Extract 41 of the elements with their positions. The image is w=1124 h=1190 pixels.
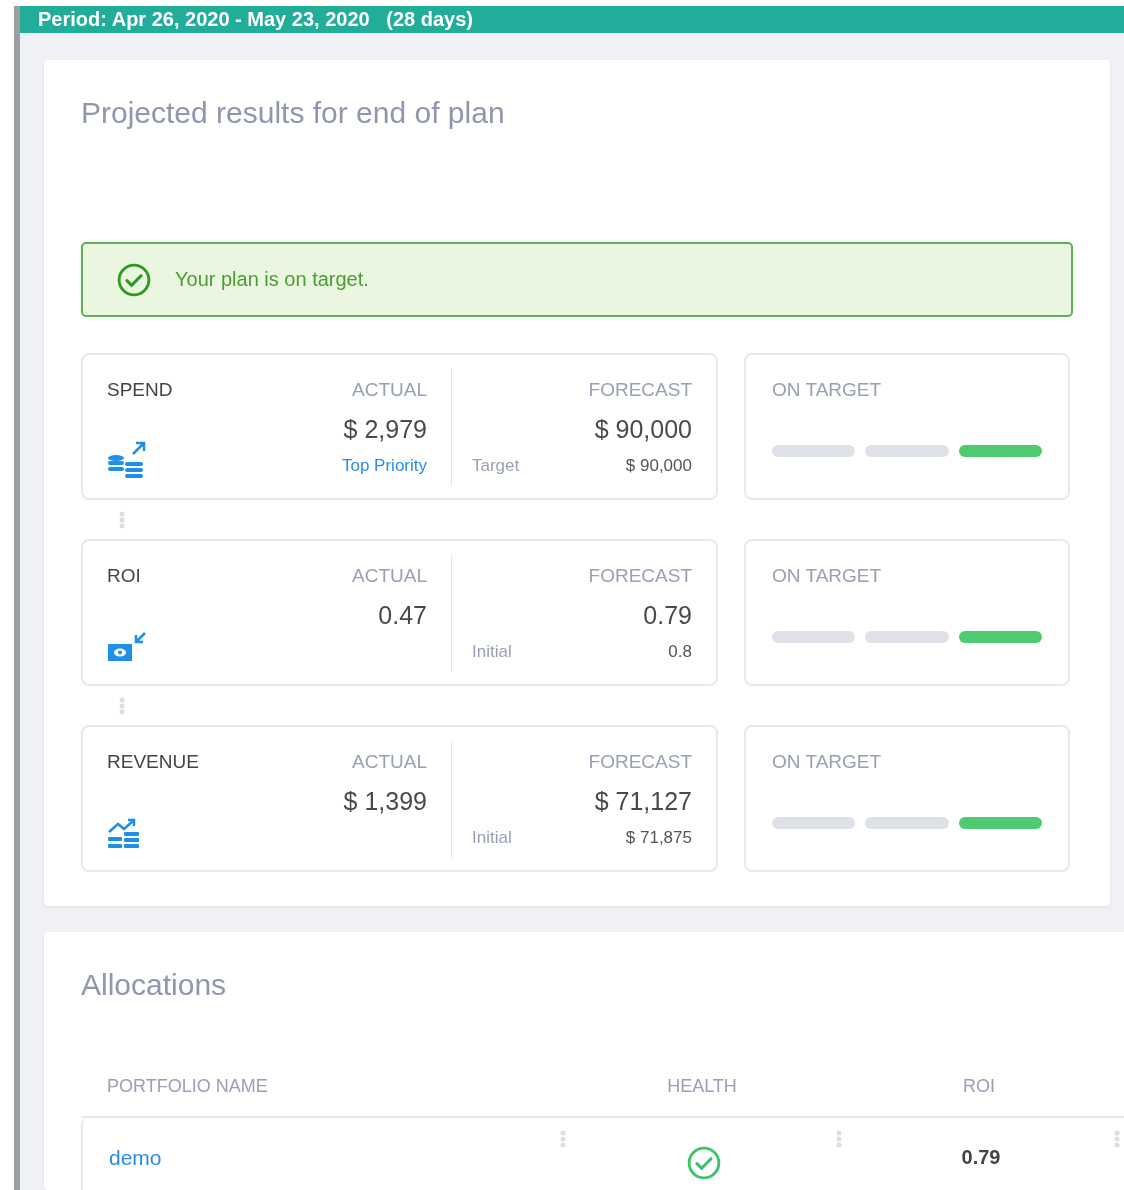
priority-link[interactable]: Top Priority bbox=[341, 456, 427, 476]
forecast-value: $ 90,000 bbox=[594, 415, 692, 444]
actual-value: $ 1,399 bbox=[343, 787, 427, 816]
actual-label: ACTUAL bbox=[352, 379, 427, 401]
reference-label: Target bbox=[472, 456, 520, 476]
section-title: Allocations bbox=[81, 967, 228, 1003]
reference-value: 0.8 bbox=[668, 642, 692, 662]
roi-value: 0.79 bbox=[961, 1146, 1001, 1170]
column-header: ROI bbox=[963, 1076, 995, 1098]
period-text: Period: Apr 26, 2020 - May 23, 2020 (28 days) bbox=[38, 8, 474, 31]
status-label: ON TARGET bbox=[772, 379, 883, 401]
actual-value: $ 2,979 bbox=[343, 415, 427, 444]
check-circle-icon bbox=[117, 262, 151, 297]
forecast-label: FORECAST bbox=[588, 379, 692, 401]
metric-name: SPEND bbox=[107, 379, 173, 401]
reference-label: Initial bbox=[472, 828, 512, 848]
forecast-label: FORECAST bbox=[588, 751, 692, 773]
reference-value: $ 90,000 bbox=[625, 456, 692, 476]
status-label: ON TARGET bbox=[772, 565, 883, 587]
check-circle-icon bbox=[687, 1146, 721, 1180]
connector-dots-icon bbox=[119, 696, 125, 715]
forecast-label: FORECAST bbox=[588, 565, 692, 587]
status-label: ON TARGET bbox=[772, 751, 883, 773]
connector-dots-icon bbox=[119, 510, 125, 529]
column-divider-icon bbox=[560, 1130, 566, 1148]
reference-value: $ 71,875 bbox=[625, 828, 692, 848]
column-divider-icon bbox=[1114, 1130, 1120, 1148]
column-divider-icon bbox=[836, 1130, 842, 1148]
portfolio-link[interactable]: demo bbox=[109, 1146, 162, 1190]
actual-label: ACTUAL bbox=[352, 751, 427, 773]
metric-name: REVENUE bbox=[107, 751, 199, 773]
actual-value: 0.47 bbox=[378, 601, 427, 630]
section-title: Projected results for end of plan bbox=[81, 95, 506, 131]
column-header: PORTFOLIO NAME bbox=[107, 1076, 268, 1098]
actual-label: ACTUAL bbox=[352, 565, 427, 587]
forecast-value: $ 71,127 bbox=[594, 787, 692, 816]
reference-label: Initial bbox=[472, 642, 512, 662]
column-header: HEALTH bbox=[667, 1076, 737, 1098]
forecast-value: 0.79 bbox=[643, 601, 692, 630]
metric-name: ROI bbox=[107, 565, 141, 587]
banner-message: Your plan is on target. bbox=[175, 268, 369, 291]
